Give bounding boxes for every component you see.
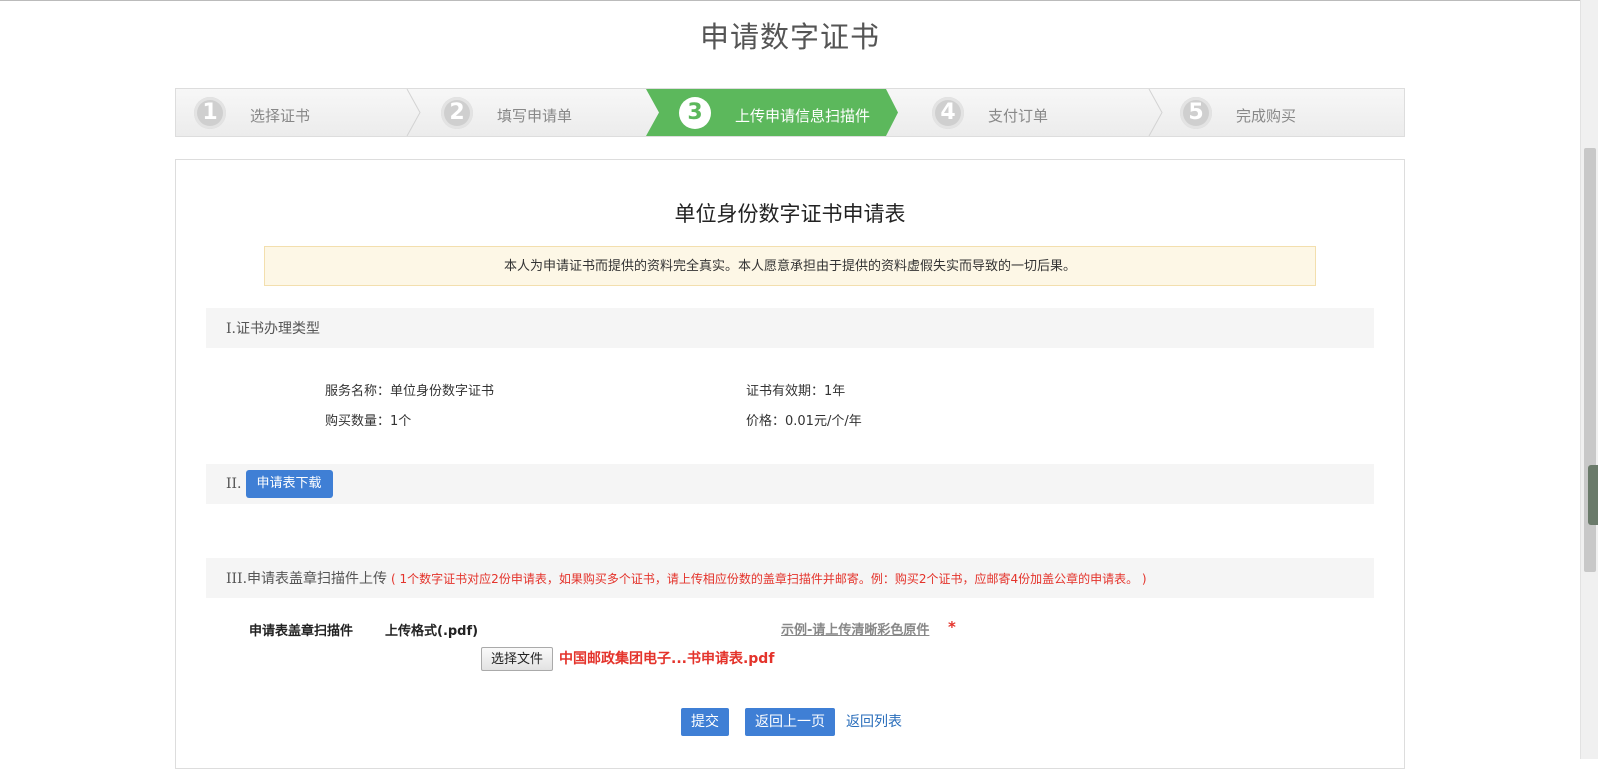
step-arrow-right — [883, 89, 898, 136]
back-button[interactable]: 返回上一页 — [745, 708, 835, 736]
step-number: 3 — [679, 96, 711, 129]
section-download: II. 申请表下载 — [206, 464, 1374, 504]
step-number: 2 — [441, 96, 473, 129]
step-1: 1 选择证书 — [194, 89, 310, 136]
step-separator — [406, 89, 421, 136]
step-label: 上传申请信息扫描件 — [735, 107, 871, 125]
step-label: 填写申请单 — [497, 107, 573, 125]
upload-format: 上传格式(.pdf) — [385, 624, 479, 639]
step-separator — [1148, 89, 1163, 136]
section-upload: III.申请表盖章扫描件上传 ( 1个数字证书对应2份申请表，如果购买多个证书，… — [206, 558, 1374, 598]
selected-file-name: 中国邮政集团电子...书申请表.pdf — [559, 651, 775, 667]
upload-note: ( 1个数字证书对应2份申请表，如果购买多个证书，请上传相应份数的盖章扫描件并邮… — [391, 571, 1147, 586]
side-widget-handle[interactable] — [1588, 465, 1598, 525]
section-certificate-type: I.证书办理类型 — [206, 308, 1374, 348]
form-title: 单位身份数字证书申请表 — [674, 202, 906, 226]
return-list-link[interactable]: 返回列表 — [846, 708, 902, 736]
declaration-notice: 本人为申请证书而提供的资料完全真实。本人愿意承担由于提供的资料虚假失实而导致的一… — [264, 246, 1316, 286]
section-prefix: II. — [226, 476, 242, 492]
example-link[interactable]: 示例-请上传清晰彩色原件 — [781, 619, 929, 638]
scan-field-label: 申请表盖章扫描件 — [249, 624, 354, 639]
step-3-active: 3 上传申请信息扫描件 — [659, 89, 883, 136]
section-heading: I.证书办理类型 — [226, 321, 320, 337]
page-title: 申请数字证书 — [699, 20, 880, 54]
required-mark: * — [948, 618, 956, 636]
section-heading: III.申请表盖章扫描件上传 — [226, 571, 388, 587]
step-5: 5 完成购买 — [1180, 89, 1296, 136]
application-form-panel: 单位身份数字证书申请表 本人为申请证书而提供的资料完全真实。本人愿意承担由于提供… — [175, 159, 1405, 769]
choose-file-button[interactable]: 选择文件 — [481, 647, 553, 671]
step-label: 完成购买 — [1236, 107, 1297, 125]
download-form-button[interactable]: 申请表下载 — [245, 470, 333, 498]
step-number: 5 — [1180, 96, 1212, 129]
top-border — [0, 0, 1580, 1]
step-label: 选择证书 — [250, 107, 311, 125]
service-name: 服务名称：单位身份数字证书 — [325, 384, 495, 399]
progress-steps: 1 选择证书 2 填写申请单 3 上传申请信息扫描件 4 支付订单 5 完成购买 — [175, 88, 1405, 137]
purchase-quantity: 购买数量：1个 — [325, 414, 412, 429]
price: 价格：0.01元/个/年 — [746, 414, 862, 429]
step-arrow-left — [646, 89, 662, 136]
step-label: 支付订单 — [988, 107, 1049, 125]
step-4: 4 支付订单 — [932, 89, 1048, 136]
step-number: 4 — [932, 96, 964, 129]
submit-button[interactable]: 提交 — [681, 708, 729, 736]
step-2: 2 填写申请单 — [441, 89, 572, 136]
step-number: 1 — [194, 96, 226, 129]
certificate-validity: 证书有效期：1年 — [746, 384, 846, 399]
